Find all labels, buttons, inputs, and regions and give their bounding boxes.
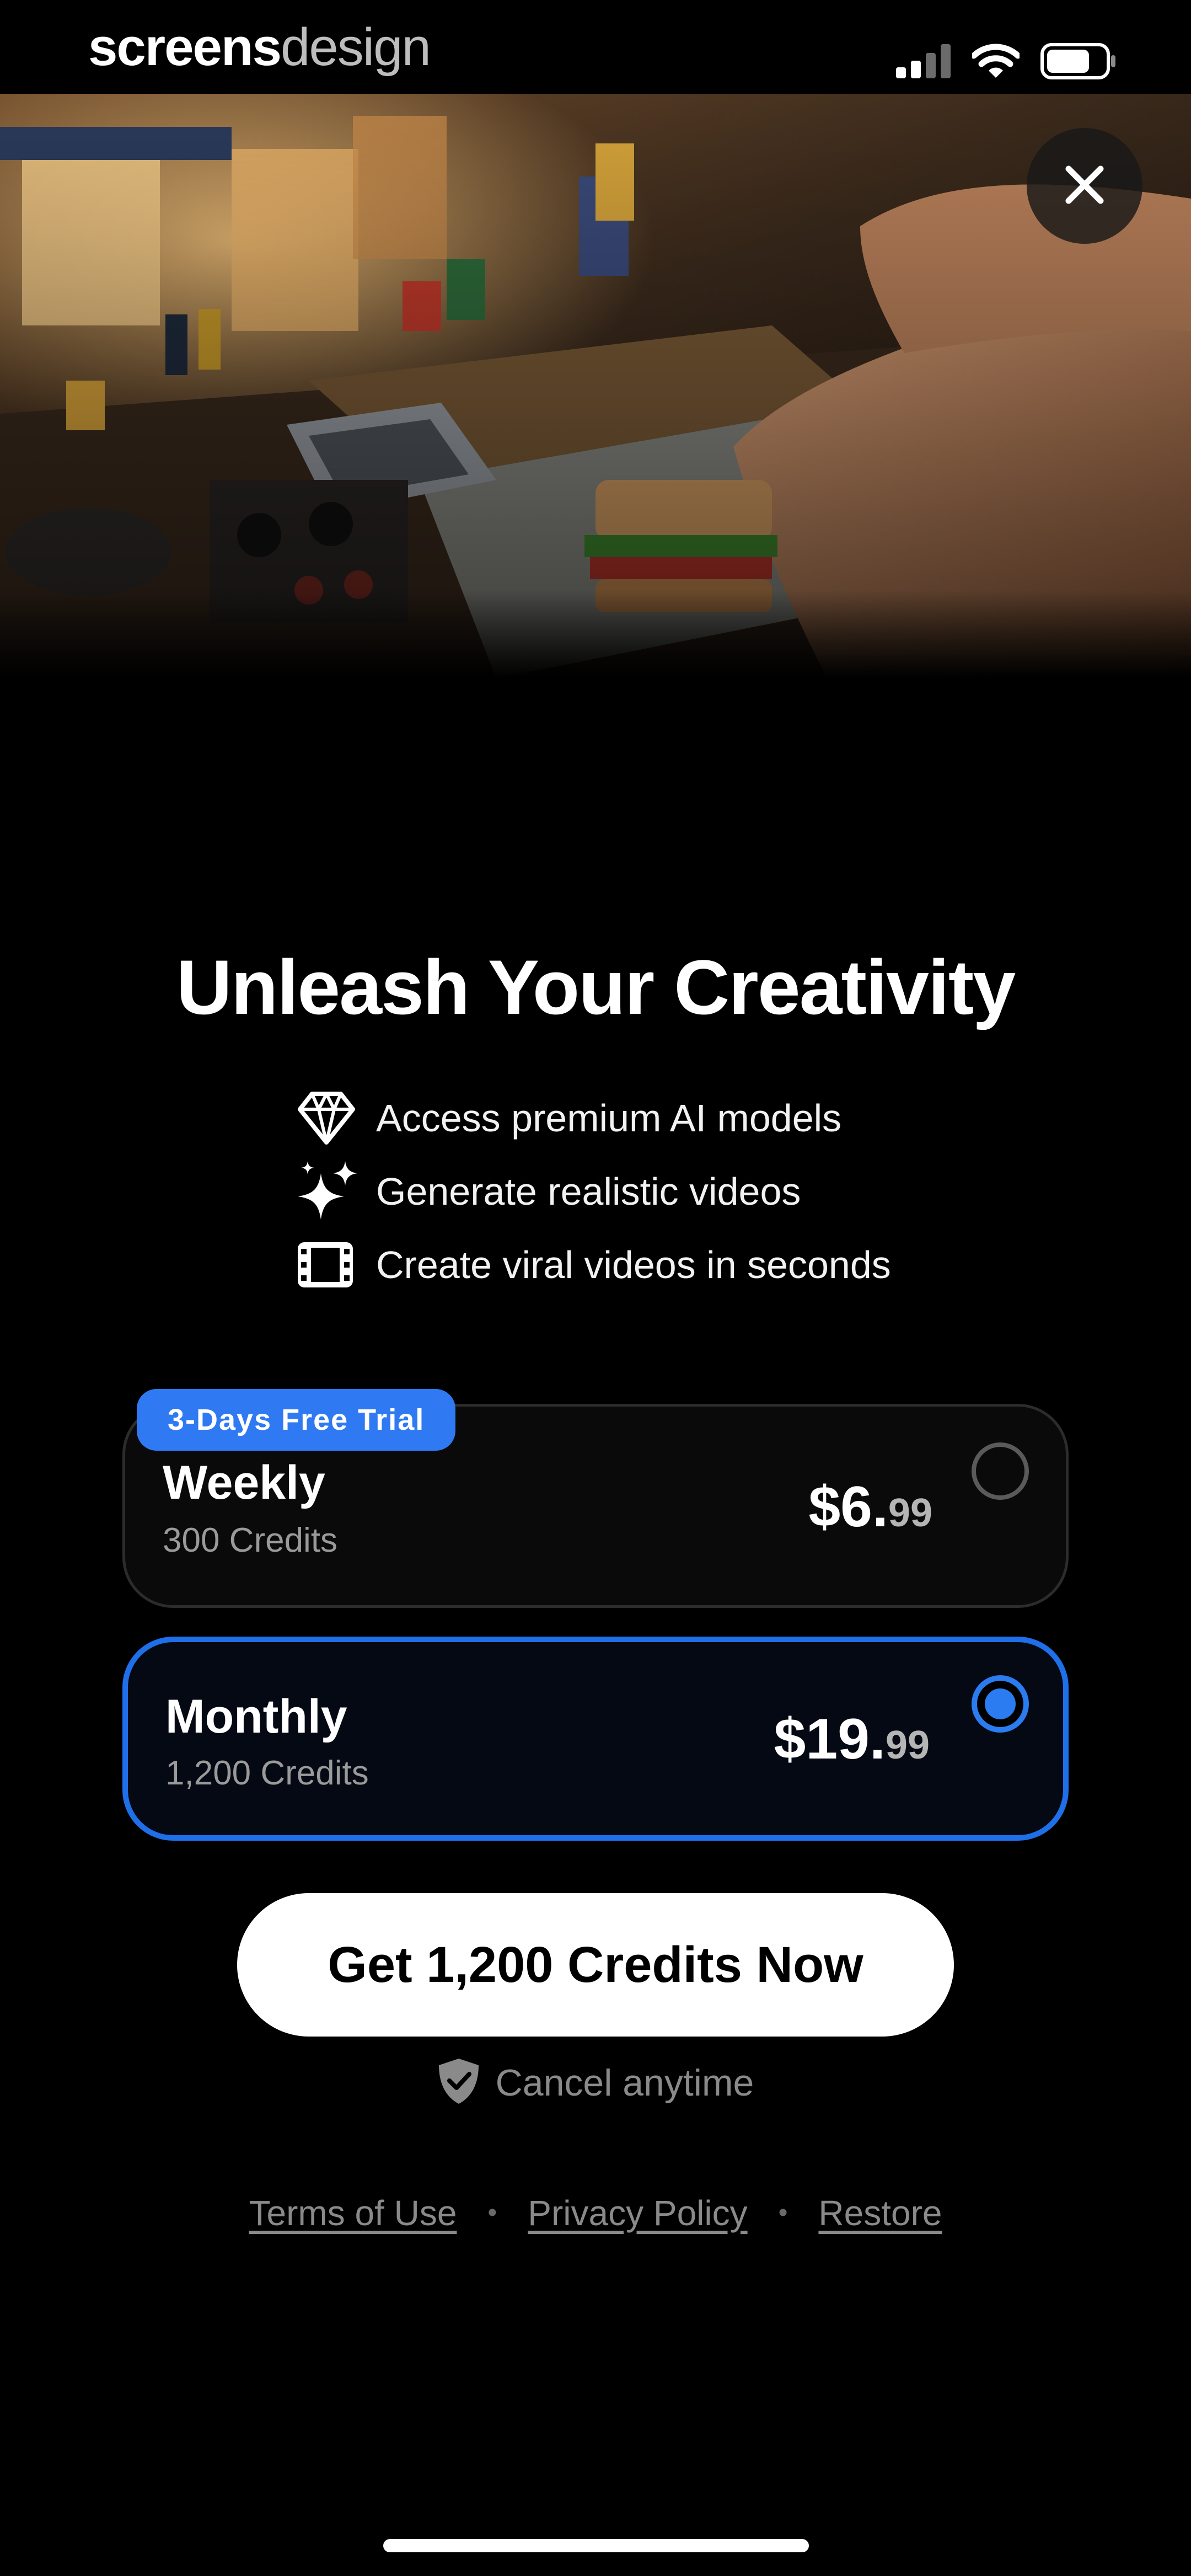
separator-dot: • bbox=[778, 2198, 788, 2227]
diamond-icon bbox=[298, 1088, 358, 1148]
plan-radio-unselected[interactable] bbox=[972, 1442, 1029, 1500]
plan-name: Monthly bbox=[165, 1690, 347, 1743]
plan-name: Weekly bbox=[163, 1456, 325, 1509]
cancel-anytime-note: Cancel anytime bbox=[0, 2057, 1191, 2108]
price-cents: 99 bbox=[888, 1491, 932, 1535]
plan-price: $19.99 bbox=[774, 1711, 930, 1768]
plan-credits: 1,200 Credits bbox=[165, 1754, 369, 1792]
free-trial-badge: 3-Days Free Trial bbox=[137, 1389, 456, 1451]
feature-label: Create viral videos in seconds bbox=[376, 1243, 891, 1286]
page-title: Unleash Your Creativity bbox=[176, 944, 1016, 1030]
cellular-signal-icon bbox=[896, 44, 951, 81]
shield-check-icon bbox=[437, 2057, 480, 2108]
get-credits-button[interactable]: Get 1,200 Credits Now bbox=[237, 1893, 954, 2037]
close-button[interactable] bbox=[1027, 128, 1142, 244]
separator-dot: • bbox=[487, 2198, 497, 2227]
terms-of-use-link[interactable]: Terms of Use bbox=[249, 2195, 457, 2231]
plan-price: $6.99 bbox=[808, 1478, 932, 1536]
watermark-part-2: design bbox=[280, 18, 431, 77]
feature-list: Access premium AI models Generate realis… bbox=[298, 1081, 891, 1301]
cancel-anytime-label: Cancel anytime bbox=[495, 2061, 754, 2104]
status-bar: screensdesign bbox=[0, 0, 1191, 94]
plan-credits: 300 Credits bbox=[163, 1521, 338, 1559]
feature-item-realistic-videos: Generate realistic videos bbox=[298, 1155, 891, 1228]
price-main: $19. bbox=[774, 1707, 886, 1771]
plan-option-monthly[interactable]: Monthly 1,200 Credits $19.99 bbox=[122, 1637, 1069, 1841]
film-icon bbox=[298, 1234, 358, 1295]
battery-icon bbox=[1040, 43, 1117, 82]
footer-links: Terms of Use • Privacy Policy • Restore bbox=[0, 2195, 1191, 2231]
close-icon bbox=[1064, 164, 1105, 208]
screensdesign-watermark: screensdesign bbox=[88, 18, 431, 77]
feature-label: Generate realistic videos bbox=[376, 1169, 801, 1213]
watermark-part-1: screens bbox=[88, 18, 282, 77]
privacy-policy-link[interactable]: Privacy Policy bbox=[528, 2195, 747, 2231]
feature-label: Access premium AI models bbox=[376, 1096, 842, 1140]
home-indicator bbox=[383, 2539, 809, 2552]
plan-radio-selected[interactable] bbox=[972, 1675, 1029, 1733]
sparkles-icon bbox=[298, 1161, 358, 1222]
restore-link[interactable]: Restore bbox=[818, 2195, 942, 2231]
price-cents: 99 bbox=[885, 1723, 930, 1767]
radio-dot bbox=[985, 1688, 1016, 1719]
status-icons bbox=[896, 43, 1117, 82]
feature-item-viral-videos: Create viral videos in seconds bbox=[298, 1228, 891, 1301]
price-main: $6. bbox=[808, 1475, 888, 1539]
wifi-icon bbox=[970, 44, 1021, 82]
hero-image bbox=[0, 94, 1191, 678]
feature-item-premium-models: Access premium AI models bbox=[298, 1081, 891, 1155]
